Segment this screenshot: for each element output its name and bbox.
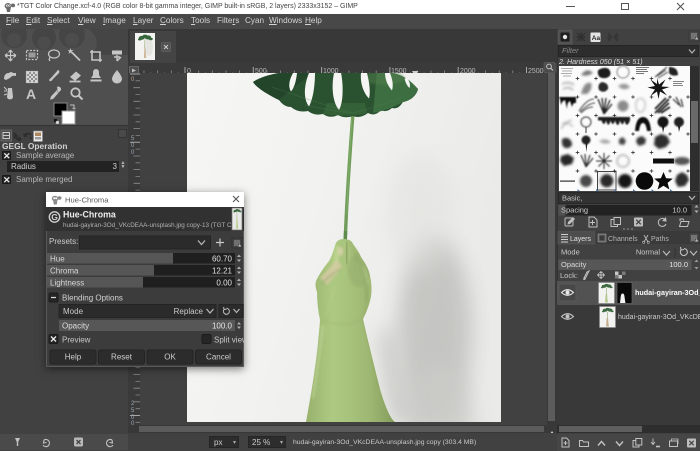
svg-text:Mode: Mode — [561, 248, 580, 257]
svg-text:Mode: Mode — [63, 307, 84, 316]
svg-text:Hue: Hue — [50, 255, 65, 264]
svg-text:2. Hardness 050 (51 × 51): 2. Hardness 050 (51 × 51) — [558, 57, 643, 66]
svg-text:60.70: 60.70 — [212, 255, 233, 264]
svg-text:Channels: Channels — [608, 236, 638, 243]
svg-text:Lock:: Lock: — [560, 271, 578, 280]
svg-text:Spacing: Spacing — [561, 206, 588, 215]
svg-text:0: 0 — [131, 77, 135, 83]
svg-text:5: 5 — [131, 136, 135, 142]
svg-text:OK: OK — [164, 353, 176, 362]
svg-text:100.0: 100.0 — [669, 260, 688, 269]
svg-text:Presets:: Presets: — [49, 237, 78, 246]
svg-text:Opacity: Opacity — [561, 260, 587, 269]
svg-text:12.21: 12.21 — [212, 267, 233, 276]
svg-text:Layers: Layers — [570, 236, 592, 243]
svg-text:G: G — [51, 212, 58, 222]
svg-text:Reset: Reset — [111, 353, 133, 362]
svg-text:Opacity: Opacity — [62, 322, 89, 331]
svg-text:Filter: Filter — [562, 46, 579, 55]
svg-text:Help: Help — [65, 353, 82, 362]
svg-text:Paths: Paths — [651, 236, 669, 243]
svg-text:0: 0 — [131, 143, 135, 149]
svg-text:Hue-Chroma: Hue-Chroma — [65, 196, 109, 205]
svg-text:0.00: 0.00 — [216, 279, 232, 288]
svg-text:Aa: Aa — [592, 35, 601, 42]
svg-text:hudai-gayiran-3Od_VKcDEAA-unsp: hudai-gayiran-3Od_VKcDEAA-unsplash.jpg c… — [63, 222, 241, 229]
svg-text:100.0: 100.0 — [212, 322, 233, 331]
svg-text:Preview: Preview — [62, 336, 91, 345]
svg-text:Lightness: Lightness — [50, 279, 84, 288]
svg-text:0: 0 — [131, 150, 135, 156]
svg-text:5: 5 — [131, 408, 135, 414]
svg-text:hudai-gayiran-3Od_VKcDE: hudai-gayiran-3Od_VKcDE — [618, 314, 700, 321]
svg-text:10.0: 10.0 — [672, 206, 687, 215]
svg-text:Cancel: Cancel — [206, 353, 231, 362]
svg-text:Replace: Replace — [174, 307, 204, 316]
svg-text:Basic,: Basic, — [562, 194, 582, 203]
svg-text:Split view: Split view — [214, 336, 244, 345]
svg-text:hudai-gayiran-3Od_V: hudai-gayiran-3Od_V — [635, 288, 700, 297]
svg-text:Blending Options: Blending Options — [62, 294, 123, 303]
svg-text:Normal: Normal — [636, 248, 661, 257]
svg-text:Hue-Chroma: Hue-Chroma — [63, 210, 116, 220]
svg-text:Chroma: Chroma — [50, 267, 79, 276]
svg-text:A: A — [26, 86, 36, 102]
